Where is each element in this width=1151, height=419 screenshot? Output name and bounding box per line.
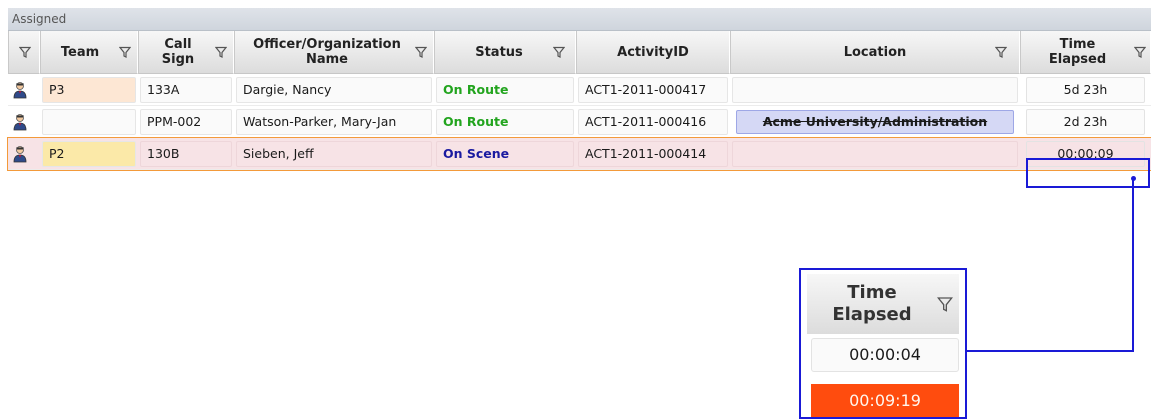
officer-person-icon [13, 145, 27, 162]
call-sign-cell: PPM-002 [138, 106, 234, 138]
unit-icon-cell [8, 74, 40, 106]
officer-cell: Sieben, Jeff [234, 138, 434, 170]
table-row[interactable]: PPM-002 Watson-Parker, Mary-Jan On Route… [8, 106, 1151, 138]
filter-icon[interactable] [415, 46, 427, 58]
column-header-status[interactable]: Status [434, 31, 576, 74]
header-line: Elapsed [1048, 52, 1107, 67]
filter-icon[interactable] [19, 46, 31, 58]
status-cell: On Route [434, 74, 576, 106]
callout-connector [966, 350, 1134, 352]
header-line: Sign [161, 52, 195, 67]
unit-icon-cell [8, 106, 40, 138]
table-row[interactable]: P3 133A Dargie, Nancy On Route ACT1-2011… [8, 74, 1151, 106]
column-header-call-sign[interactable]: Call Sign [138, 31, 234, 74]
unit-icon-cell [8, 138, 40, 170]
location-tag[interactable]: Acme University/Administration [736, 109, 1014, 134]
zoom-header-line: Time [847, 282, 897, 303]
table-row-selected[interactable]: P2 130B Sieben, Jeff On Scene ACT1-2011-… [7, 137, 1151, 171]
filter-icon[interactable] [553, 46, 565, 58]
column-header-location[interactable]: Location [730, 31, 1020, 74]
filter-icon[interactable] [1134, 46, 1146, 58]
officer-cell: Dargie, Nancy [234, 74, 434, 106]
status-cell: On Scene [434, 138, 576, 170]
team-cell: P2 [40, 138, 138, 170]
filter-icon[interactable] [119, 46, 131, 58]
column-header-team[interactable]: Team [40, 31, 138, 74]
zoom-callout-panel: Time Elapsed 00:00:04 00:09:19 [799, 268, 967, 419]
filter-icon [937, 297, 953, 312]
team-cell [40, 106, 138, 138]
assigned-grid: Team Call Sign Officer/Organization Name [7, 31, 1151, 171]
filter-icon[interactable] [995, 46, 1007, 58]
call-sign-cell: 130B [138, 138, 234, 170]
activity-id-cell: ACT1-2011-000417 [576, 74, 730, 106]
column-header-activity-id[interactable]: ActivityID [576, 31, 730, 74]
panel-title: Assigned [8, 8, 1151, 31]
location-cell: Acme University/Administration [730, 106, 1020, 138]
column-header-icon[interactable] [8, 31, 40, 74]
zoom-header-line: Elapsed [832, 304, 912, 325]
activity-id-cell: ACT1-2011-000414 [576, 138, 730, 170]
header-line: Name [305, 52, 348, 67]
callout-connector [1132, 180, 1134, 352]
status-cell: On Route [434, 106, 576, 138]
header-line: Time [1059, 37, 1096, 52]
time-elapsed-cell: 5d 23h [1020, 74, 1151, 106]
activity-id-cell: ACT1-2011-000416 [576, 106, 730, 138]
column-header-time-elapsed[interactable]: Time Elapsed [1020, 31, 1151, 74]
assigned-panel: Assigned Team Call Sign Officer/Organiza… [7, 8, 1151, 171]
location-cell [730, 74, 1020, 106]
officer-person-icon [13, 113, 27, 130]
team-cell: P3 [40, 74, 138, 106]
zoom-column-header: Time Elapsed [807, 274, 959, 334]
filter-icon[interactable] [215, 46, 227, 58]
time-elapsed-cell: 2d 23h [1020, 106, 1151, 138]
location-cell [730, 138, 1020, 170]
call-sign-cell: 133A [138, 74, 234, 106]
header-line: Officer/Organization [253, 37, 401, 52]
zoom-elapsed-alert: 00:09:19 [811, 384, 959, 417]
column-header-officer[interactable]: Officer/Organization Name [234, 31, 434, 74]
zoom-elapsed-normal: 00:00:04 [811, 338, 959, 372]
officer-cell: Watson-Parker, Mary-Jan [234, 106, 434, 138]
officer-person-icon [13, 81, 27, 98]
header-line: Call [164, 37, 192, 52]
